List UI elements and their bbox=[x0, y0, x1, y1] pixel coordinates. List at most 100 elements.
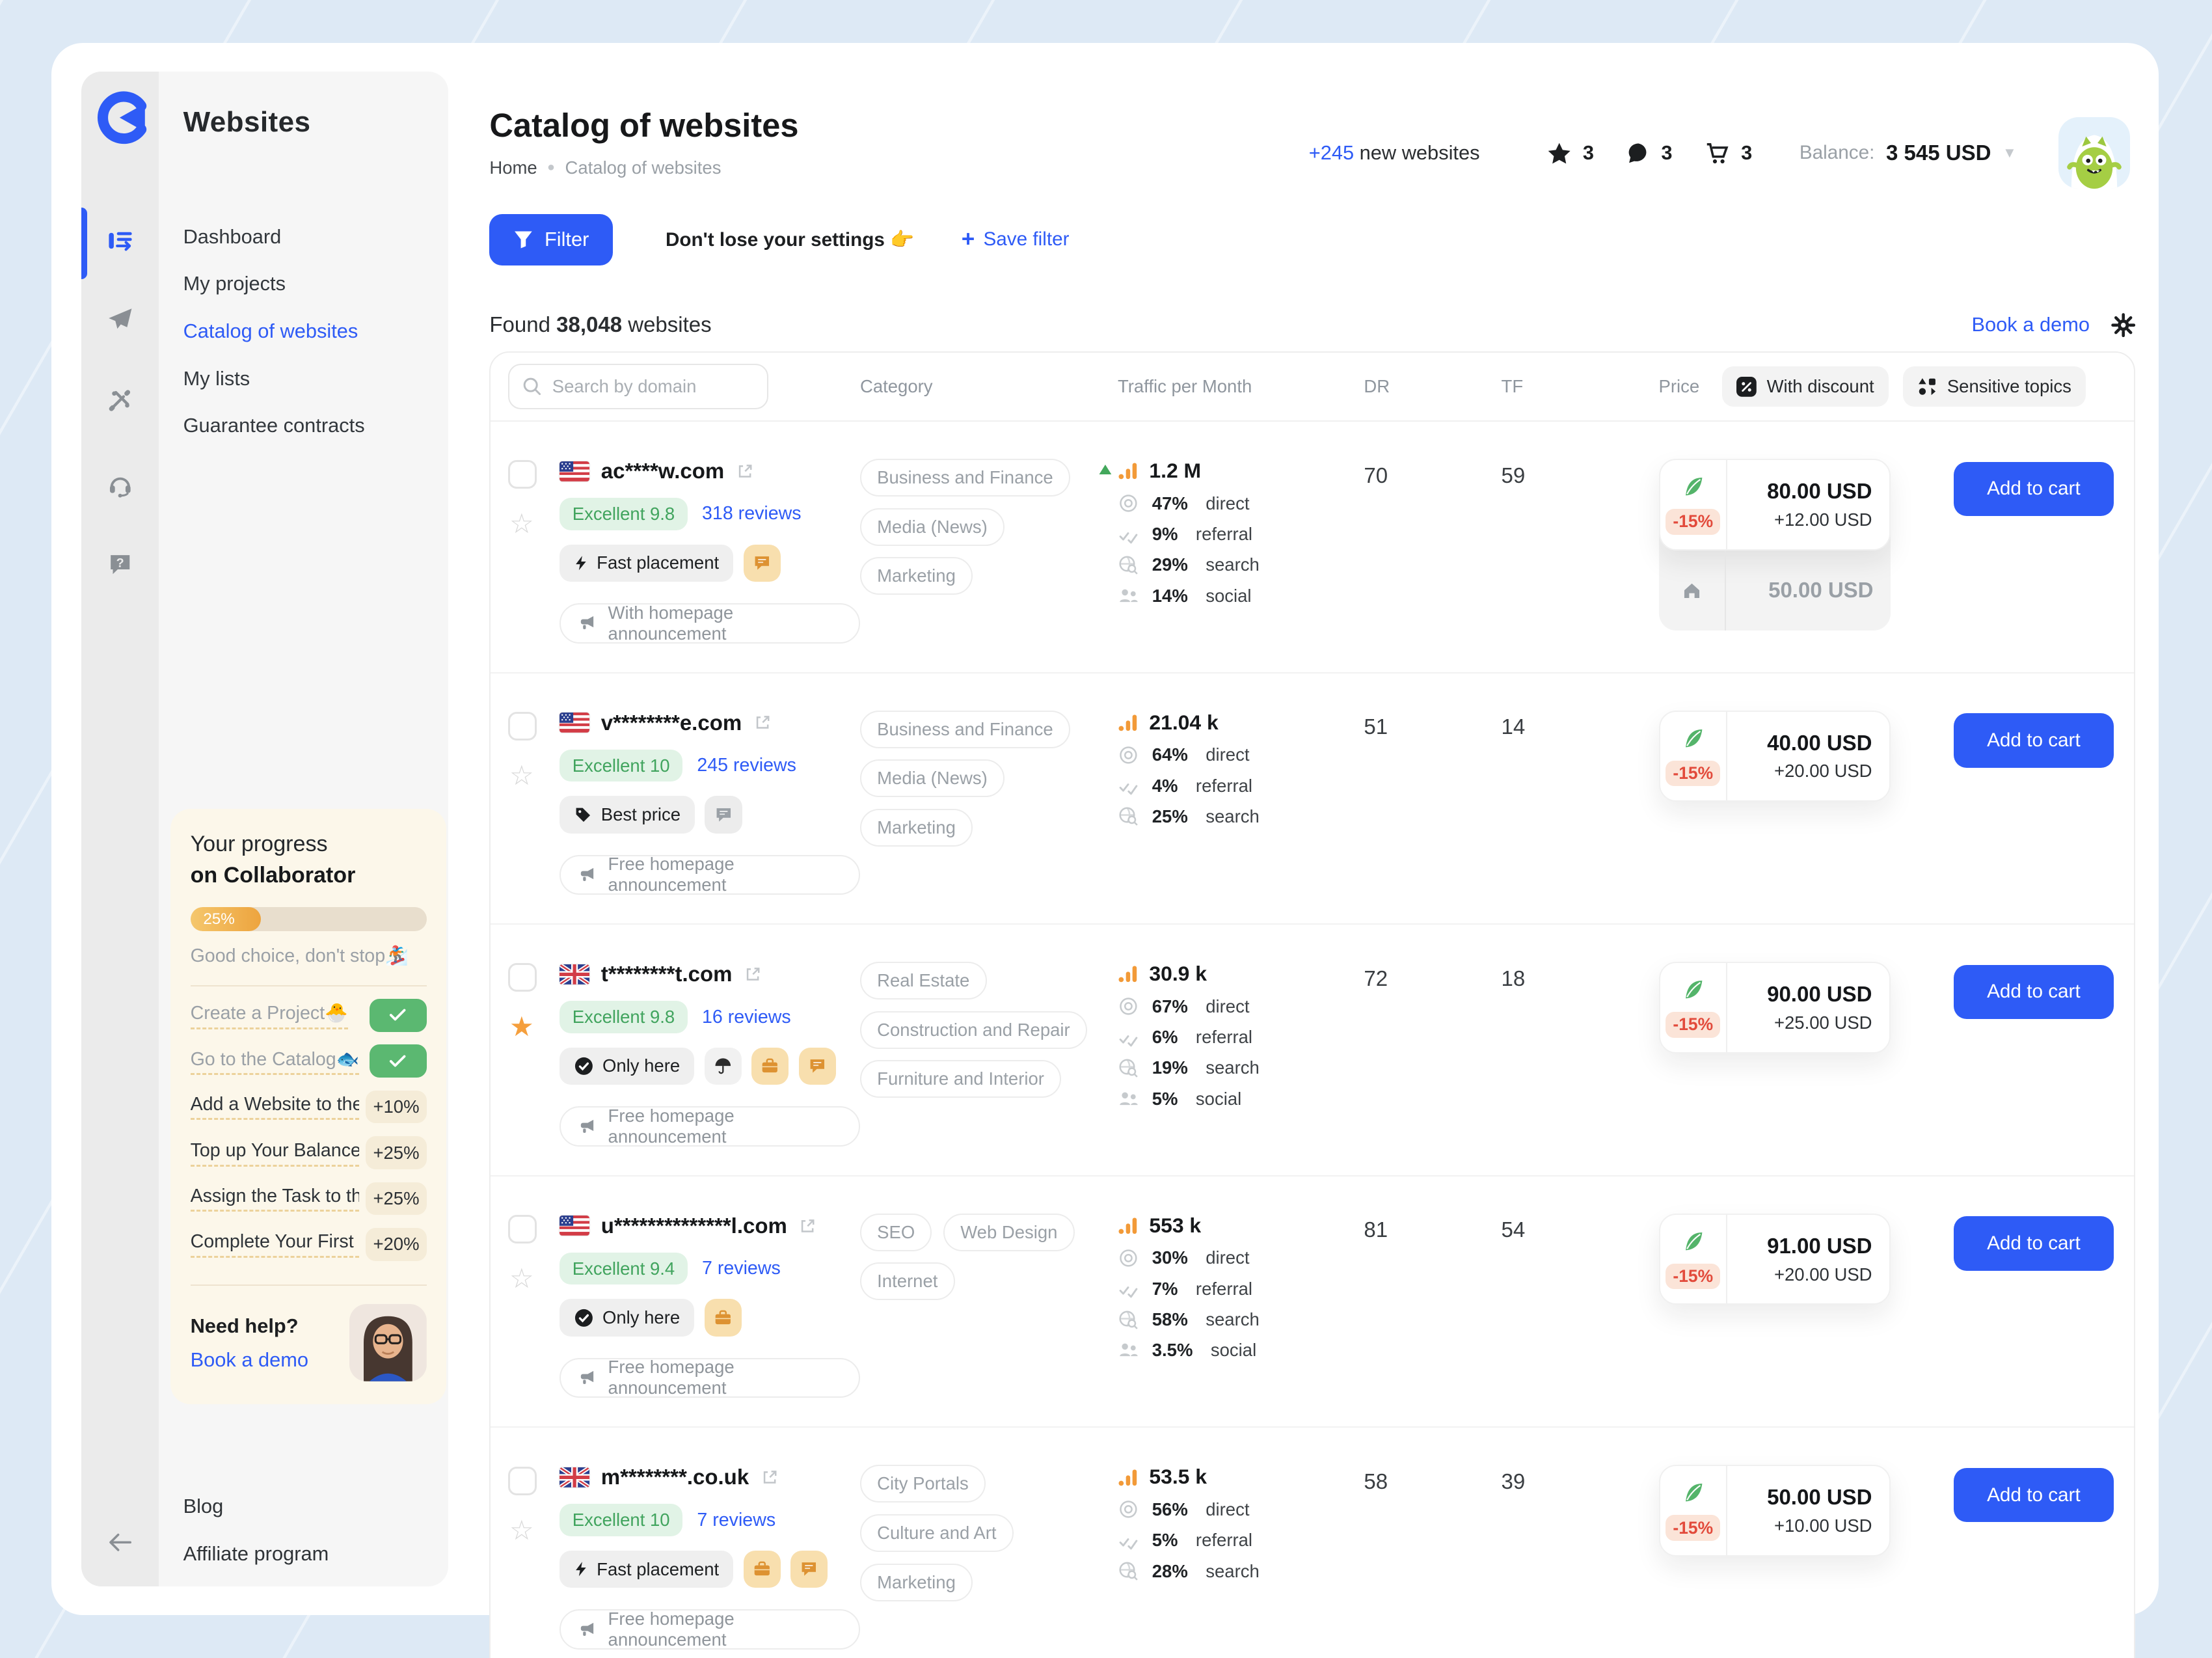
sidebar-item-dashboard[interactable]: Dashboard bbox=[183, 213, 437, 261]
column-header-tf[interactable]: TF bbox=[1502, 376, 1659, 397]
column-header-traffic[interactable]: Traffic per Month bbox=[1118, 376, 1364, 397]
category-pill[interactable]: Real Estate bbox=[860, 962, 987, 999]
category-pill[interactable]: SEO bbox=[860, 1214, 932, 1251]
favorites-counter[interactable]: 3 bbox=[1547, 141, 1594, 165]
external-link-icon[interactable] bbox=[753, 713, 772, 732]
row-checkbox[interactable] bbox=[508, 1467, 537, 1495]
breadcrumb-home-link[interactable]: Home bbox=[489, 157, 537, 178]
sidebar-item-catalog-of-websites[interactable]: Catalog of websites bbox=[183, 308, 437, 355]
book-demo-sidebar-link[interactable]: Book a demo bbox=[191, 1348, 308, 1372]
user-avatar[interactable] bbox=[2058, 117, 2130, 189]
add-to-cart-button[interactable]: Add to cart bbox=[1954, 1468, 2114, 1523]
domain-column: t********t.comExcellent 9.816 reviewsOnl… bbox=[560, 962, 860, 1146]
price-option[interactable]: -15%91.00 USD+20.00 USD bbox=[1659, 1214, 1891, 1305]
sidebar-rail-dashboard[interactable] bbox=[81, 226, 159, 255]
chat-chip[interactable] bbox=[744, 545, 781, 582]
collaborator-logo-icon[interactable] bbox=[93, 90, 148, 145]
book-demo-link[interactable]: Book a demo bbox=[1972, 313, 2090, 336]
sidebar-item-guarantee-contracts[interactable]: Guarantee contracts bbox=[183, 402, 437, 450]
domain-link[interactable]: ac****w.com bbox=[601, 459, 725, 483]
favorite-star-toggle[interactable]: ★ bbox=[509, 1013, 533, 1040]
sidebar-link-blog[interactable]: Blog bbox=[183, 1483, 329, 1530]
category-pill[interactable]: Marketing bbox=[860, 557, 973, 595]
progress-task-label[interactable]: Add a Website to the C... bbox=[191, 1094, 360, 1120]
add-to-cart-button[interactable]: Add to cart bbox=[1954, 713, 2114, 768]
gear-icon[interactable] bbox=[2111, 313, 2135, 337]
category-pill[interactable]: Web Design bbox=[943, 1214, 1075, 1251]
favorite-star-toggle[interactable]: ☆ bbox=[509, 510, 533, 537]
cart-counter[interactable]: 3 bbox=[1705, 141, 1752, 165]
chat-chip[interactable] bbox=[705, 796, 742, 833]
external-link-icon[interactable] bbox=[761, 1468, 779, 1487]
category-pill[interactable]: Internet bbox=[860, 1262, 955, 1300]
category-pill[interactable]: Marketing bbox=[860, 1564, 973, 1601]
messages-counter[interactable]: 3 bbox=[1627, 141, 1673, 165]
row-checkbox[interactable] bbox=[508, 460, 537, 489]
briefcase-chip[interactable] bbox=[751, 1048, 789, 1085]
chat-chip[interactable] bbox=[799, 1048, 836, 1085]
toggle-with-discount[interactable]: With discount bbox=[1722, 366, 1888, 407]
progress-task-label[interactable]: Create a Project🐣 bbox=[191, 1001, 348, 1029]
sidebar-link-affiliate-program[interactable]: Affiliate program bbox=[183, 1530, 329, 1578]
category-pill[interactable]: Business and Finance bbox=[860, 459, 1070, 496]
column-header-price[interactable]: Price bbox=[1659, 376, 1700, 397]
external-link-icon[interactable] bbox=[744, 965, 762, 984]
domain-link[interactable]: t********t.com bbox=[601, 962, 733, 986]
sidebar-rail-help[interactable]: ? bbox=[81, 552, 159, 577]
price-option[interactable]: -15%90.00 USD+25.00 USD bbox=[1659, 962, 1891, 1053]
toggle-sensitive-topics[interactable]: Sensitive topics bbox=[1903, 366, 2086, 407]
category-pill[interactable]: Marketing bbox=[860, 809, 973, 847]
reviews-link[interactable]: 7 reviews bbox=[697, 1510, 776, 1531]
domain-link[interactable]: m********.co.uk bbox=[601, 1465, 749, 1489]
progress-task-label[interactable]: Assign the Task to the ... bbox=[191, 1186, 360, 1212]
column-header-dr[interactable]: DR bbox=[1364, 376, 1501, 397]
price-column: -15%90.00 USD+25.00 USD bbox=[1659, 962, 1954, 1053]
row-checkbox[interactable] bbox=[508, 963, 537, 992]
progress-task-label[interactable]: Go to the Catalog🐟 bbox=[191, 1048, 360, 1075]
progress-task-label[interactable]: Top up Your Balance💰 bbox=[191, 1139, 360, 1166]
add-to-cart-button[interactable]: Add to cart bbox=[1954, 965, 2114, 1020]
add-to-cart-button[interactable]: Add to cart bbox=[1954, 462, 2114, 517]
category-pill[interactable]: Furniture and Interior bbox=[860, 1060, 1061, 1098]
briefcase-chip[interactable] bbox=[744, 1551, 781, 1588]
category-pill[interactable]: Media (News) bbox=[860, 508, 1005, 546]
reviews-link[interactable]: 7 reviews bbox=[702, 1258, 781, 1279]
column-header-category[interactable]: Category bbox=[860, 376, 1118, 397]
reviews-link[interactable]: 245 reviews bbox=[697, 755, 796, 776]
sidebar-rail-support[interactable] bbox=[81, 472, 159, 498]
domain-link[interactable]: u**************l.com bbox=[601, 1214, 787, 1238]
balance-dropdown[interactable]: Balance: 3 545 USD ▼ bbox=[1800, 141, 2017, 165]
favorite-star-toggle[interactable]: ☆ bbox=[509, 762, 533, 789]
category-pill[interactable]: Culture and Art bbox=[860, 1514, 1014, 1552]
sidebar-rail-projects[interactable] bbox=[81, 306, 159, 333]
category-pill[interactable]: Construction and Repair bbox=[860, 1011, 1087, 1049]
sidebar-rail-tools[interactable] bbox=[81, 388, 159, 412]
chat-chip[interactable] bbox=[790, 1551, 828, 1588]
sidebar-item-my-lists[interactable]: My lists bbox=[183, 355, 437, 403]
category-pill[interactable]: Media (News) bbox=[860, 759, 1005, 797]
filter-button[interactable]: Filter bbox=[489, 214, 612, 265]
category-pill[interactable]: City Portals bbox=[860, 1465, 986, 1502]
favorite-star-toggle[interactable]: ☆ bbox=[509, 1517, 533, 1544]
reviews-link[interactable]: 16 reviews bbox=[702, 1007, 791, 1028]
progress-task-label[interactable]: Complete Your First De... bbox=[191, 1231, 360, 1257]
add-to-cart-button[interactable]: Add to cart bbox=[1954, 1216, 2114, 1271]
category-pill[interactable]: Business and Finance bbox=[860, 711, 1070, 748]
favorite-star-toggle[interactable]: ☆ bbox=[509, 1265, 533, 1292]
price-option[interactable]: 50.00 USD bbox=[1659, 550, 1891, 631]
row-checkbox[interactable] bbox=[508, 712, 537, 741]
search-input[interactable] bbox=[508, 364, 768, 409]
domain-link[interactable]: v********e.com bbox=[601, 711, 742, 735]
collapse-sidebar-button[interactable] bbox=[81, 1533, 159, 1552]
save-filter-button[interactable]: + Save filter bbox=[962, 226, 1070, 252]
external-link-icon[interactable] bbox=[736, 462, 755, 481]
row-checkbox[interactable] bbox=[508, 1215, 537, 1244]
umbrella-chip[interactable] bbox=[705, 1048, 742, 1085]
briefcase-chip[interactable] bbox=[705, 1299, 742, 1336]
price-option[interactable]: -15%80.00 USD+12.00 USD bbox=[1659, 459, 1891, 550]
price-option[interactable]: -15%40.00 USD+20.00 USD bbox=[1659, 711, 1891, 802]
external-link-icon[interactable] bbox=[798, 1217, 817, 1236]
price-option[interactable]: -15%50.00 USD+10.00 USD bbox=[1659, 1465, 1891, 1556]
reviews-link[interactable]: 318 reviews bbox=[702, 503, 802, 524]
sidebar-item-my-projects[interactable]: My projects bbox=[183, 260, 437, 308]
